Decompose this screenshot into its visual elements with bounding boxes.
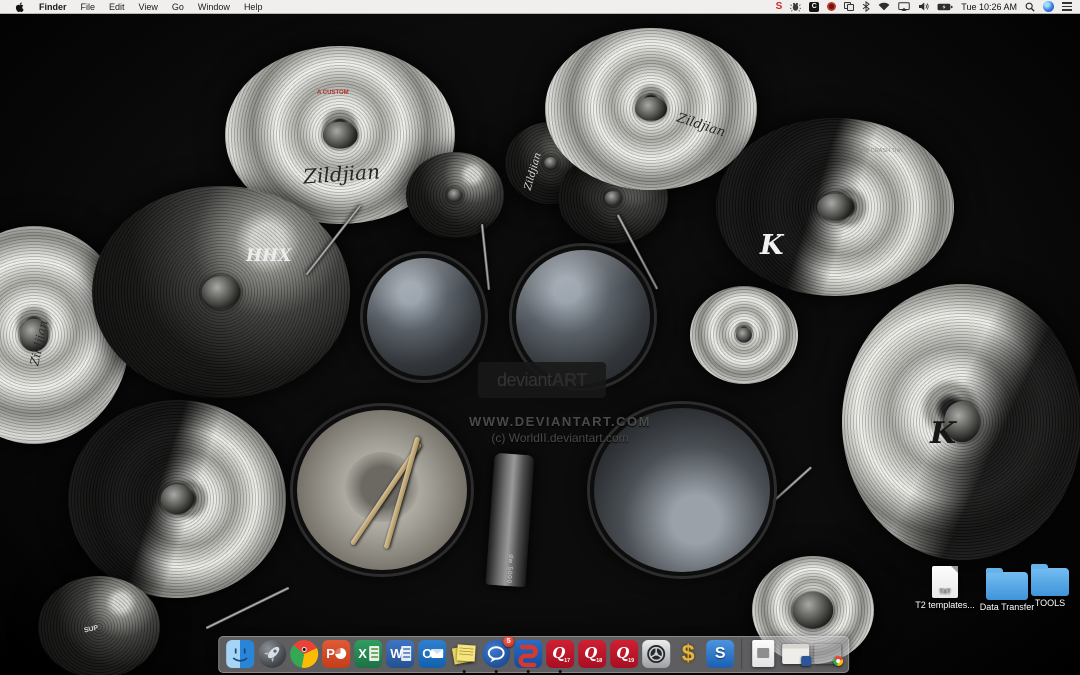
s-app-icon[interactable]: S	[776, 1, 783, 13]
cymbal-stand-rod	[481, 224, 491, 290]
deviantart-logo-watermark: deviantART	[478, 362, 606, 398]
spotlight-icon[interactable]	[1025, 1, 1035, 13]
cymbal-top-center	[545, 28, 757, 190]
cymbal-small-shiny	[690, 286, 798, 384]
s-glyph: S	[715, 645, 726, 663]
minimized-window-thumbnail	[782, 644, 809, 664]
menu-bar: Finder File Edit View Go Window Help S C…	[0, 0, 1080, 14]
tom-drum-1	[363, 254, 485, 380]
dock-dollar-app-icon[interactable]: $	[674, 640, 702, 668]
volume-icon[interactable]	[918, 1, 929, 13]
red-swirl-icon	[514, 640, 542, 668]
quicken-version: 18	[596, 658, 602, 664]
desktop-icon-label: T2 templates...	[912, 600, 978, 610]
menu-finder[interactable]: Finder	[32, 0, 74, 14]
dock-finder-icon[interactable]	[226, 640, 254, 668]
dock-quicken-2018-icon[interactable]: Q 18	[578, 640, 606, 668]
dock-utility-gear-icon[interactable]	[642, 640, 670, 668]
watermark-lines: WWW.DEVIANTART.COM (c) WorldII.deviantar…	[415, 414, 705, 445]
kick-pedal: dw 5000	[485, 453, 534, 587]
gear-wheel-icon	[642, 640, 670, 668]
dollar-glyph: $	[682, 640, 695, 667]
kick-pedal-label: dw 5000	[505, 554, 513, 584]
dock-minimized-window-dark[interactable]	[813, 640, 841, 668]
cymbal-k-ride	[842, 284, 1080, 560]
excel-letter: X	[358, 646, 367, 661]
bug-app-icon[interactable]	[790, 1, 801, 13]
rocket-icon	[258, 640, 286, 668]
menu-window[interactable]: Window	[191, 0, 237, 14]
desktop-icon-tools[interactable]: TOOLS	[1022, 568, 1078, 608]
dock-chrome-icon[interactable]	[290, 640, 318, 668]
dock-hipchat-icon[interactable]: 5	[482, 640, 510, 668]
quicken-version: 17	[564, 658, 570, 664]
record-app-icon[interactable]	[827, 2, 836, 11]
watermark-url: WWW.DEVIANTART.COM	[415, 414, 705, 429]
menu-help[interactable]: Help	[237, 0, 270, 14]
cymbal-bottom-left	[38, 576, 160, 675]
folder-icon	[1031, 568, 1069, 596]
notification-center-icon[interactable]	[1062, 1, 1072, 13]
menu-go[interactable]: Go	[165, 0, 191, 14]
dock-separator	[741, 639, 742, 669]
dock-launchpad-icon[interactable]	[258, 640, 286, 668]
dock-blue-red-app-icon[interactable]	[514, 640, 542, 668]
dock-documents-stack[interactable]	[749, 640, 777, 668]
dock-quicken-2019-icon[interactable]: Q 19	[610, 640, 638, 668]
layers-app-icon[interactable]	[844, 2, 854, 11]
cymbal-k-crash	[716, 118, 954, 296]
dock: P X W O 5 Q 17 Q 18 Q 19 $ S	[218, 636, 849, 673]
document-stack-icon	[752, 640, 774, 667]
menu-edit[interactable]: Edit	[102, 0, 132, 14]
menu-file[interactable]: File	[74, 0, 103, 14]
sticky-note-icon	[457, 644, 476, 661]
excel-sheet-icon	[369, 646, 379, 661]
dock-word-icon[interactable]: W	[386, 640, 414, 668]
cymbal-k-crash-model-label: DARK CRASH Thin	[854, 148, 902, 154]
drum-stand-leg	[205, 586, 289, 629]
display-mirroring-icon[interactable]	[898, 1, 910, 13]
cymbal-k-crash-letter: K	[760, 230, 783, 261]
menu-view[interactable]: View	[132, 0, 165, 14]
txt-file-badge: TXT	[932, 589, 958, 595]
powerpoint-pie-icon	[335, 648, 346, 659]
cymbal-lower-left	[68, 400, 286, 598]
outlook-envelope-icon	[431, 649, 443, 658]
cymbal-top-left-model-label: A CUSTOM	[317, 90, 349, 96]
cymbal-hhx-model-label: HHX	[246, 246, 291, 266]
finder-face-icon	[226, 640, 254, 668]
dock-minimized-window-light[interactable]	[781, 640, 809, 668]
dock-excel-icon[interactable]: X	[354, 640, 382, 668]
menu-bar-left: Finder File Edit View Go Window Help	[0, 0, 269, 14]
cymbal-small-left-center	[406, 152, 504, 238]
menu-bar-status: S C Tue 10:26 AM	[776, 1, 1080, 13]
bluetooth-icon[interactable]	[862, 1, 870, 13]
dock-powerpoint-icon[interactable]: P	[322, 640, 350, 668]
battery-charging-icon[interactable]	[937, 1, 953, 13]
txt-file-icon: TXT	[932, 566, 958, 598]
watermark-credit: (c) WorldII.deviantart.com	[415, 431, 705, 445]
c-app-icon[interactable]: C	[809, 2, 819, 12]
powerpoint-letter: P	[326, 646, 335, 661]
cymbal-hhx	[92, 186, 350, 398]
minimized-window-thumbnail	[814, 644, 841, 664]
chrome-mini-badge-icon	[833, 656, 843, 666]
dock-s-app-icon[interactable]: S	[706, 640, 734, 668]
dock-outlook-icon[interactable]: O	[418, 640, 446, 668]
word-mini-badge-icon	[801, 656, 811, 666]
notification-badge: 5	[503, 636, 514, 647]
deviantart-logo-text: deviantART	[497, 370, 587, 391]
desktop-icon-t2-templates[interactable]: TXT T2 templates...	[912, 566, 978, 610]
cymbal-k-ride-letter: K	[930, 416, 956, 451]
apple-icon[interactable]	[8, 1, 32, 13]
dock-quicken-2017-icon[interactable]: Q 17	[546, 640, 574, 668]
dock-stickies-icon[interactable]	[450, 640, 478, 668]
menu-clock[interactable]: Tue 10:26 AM	[961, 1, 1017, 13]
desktop-icon-label: TOOLS	[1022, 598, 1078, 608]
siri-icon[interactable]	[1043, 1, 1054, 12]
quicken-version: 19	[628, 658, 634, 664]
wifi-icon[interactable]	[878, 1, 890, 13]
word-sheet-icon	[401, 646, 411, 661]
